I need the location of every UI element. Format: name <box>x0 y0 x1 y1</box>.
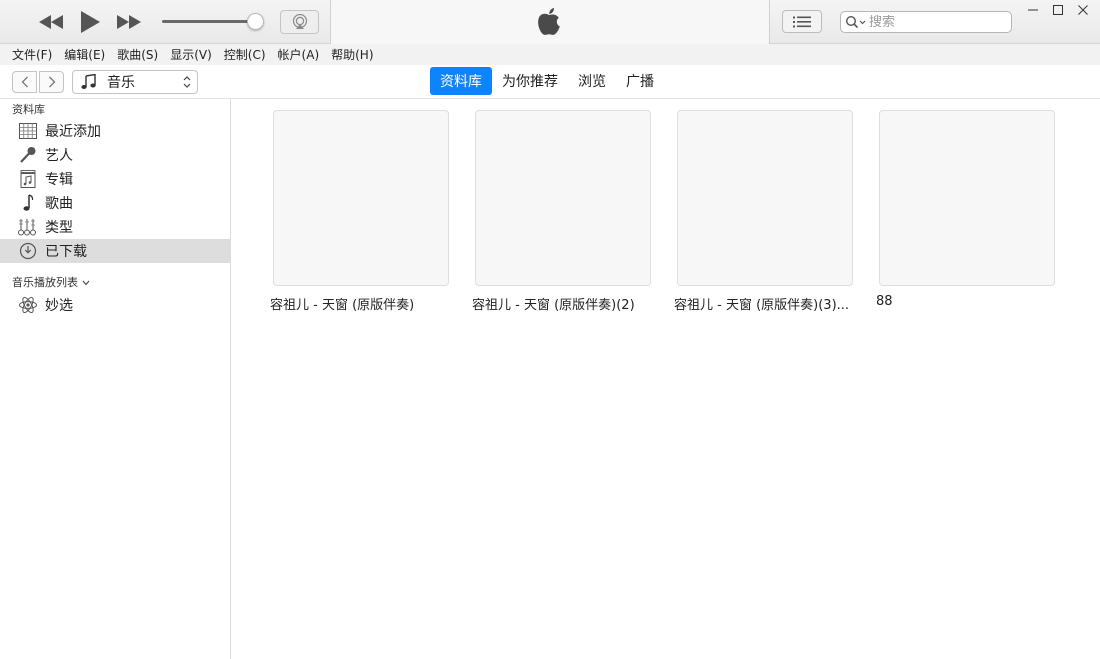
menu-controls[interactable]: 控制(C) <box>218 46 272 63</box>
playlists-header-label: 音乐播放列表 <box>12 276 78 289</box>
sidebar-item-genres[interactable]: 类型 <box>0 215 230 239</box>
album-artwork[interactable] <box>879 110 1055 286</box>
airplay-icon <box>292 14 307 29</box>
chevron-right-icon <box>48 76 55 88</box>
maximize-button[interactable] <box>1048 2 1068 18</box>
music-note-icon <box>18 193 38 213</box>
menu-bar: 文件(F) 编辑(E) 歌曲(S) 显示(V) 控制(C) 帐户(A) 帮助(H… <box>0 44 1100 65</box>
sidebar-item-label: 类型 <box>45 220 73 236</box>
media-kind-selector[interactable]: 音乐 <box>72 70 198 94</box>
album-card[interactable]: 88 <box>838 110 1055 309</box>
sidebar: 资料库 最近添加 艺人 专辑 歌曲 类型 已下载 音乐播放列表 妙选 <box>0 99 231 659</box>
minimize-icon <box>1028 9 1038 11</box>
sidebar-item-artists[interactable]: 艺人 <box>0 143 230 167</box>
sidebar-item-recently-added[interactable]: 最近添加 <box>0 119 230 143</box>
search-icon <box>845 15 866 29</box>
itunes-window: 文件(F) 编辑(E) 歌曲(S) 显示(V) 控制(C) 帐户(A) 帮助(H… <box>0 0 1100 659</box>
menu-view[interactable]: 显示(V) <box>164 46 218 63</box>
album-artwork[interactable] <box>475 110 651 286</box>
maximize-icon <box>1053 5 1063 15</box>
menu-help[interactable]: 帮助(H) <box>325 46 379 63</box>
sidebar-item-label: 歌曲 <box>45 196 73 212</box>
close-icon <box>1078 5 1088 15</box>
back-button[interactable] <box>12 71 37 93</box>
play-button[interactable] <box>76 8 104 36</box>
airplay-button[interactable] <box>280 10 319 34</box>
music-note-icon <box>81 74 96 89</box>
menu-song[interactable]: 歌曲(S) <box>111 46 164 63</box>
volume-slider[interactable] <box>162 20 258 23</box>
sidebar-item-label: 专辑 <box>45 172 73 188</box>
sidebar-item-label: 已下载 <box>45 244 87 260</box>
menu-file[interactable]: 文件(F) <box>6 46 58 63</box>
sidebar-item-downloaded[interactable]: 已下载 <box>0 239 230 263</box>
tab-radio[interactable]: 广播 <box>616 67 664 95</box>
fast-forward-button[interactable] <box>114 8 144 36</box>
sidebar-item-songs[interactable]: 歌曲 <box>0 191 230 215</box>
navigation-bar: 音乐 资料库 为你推荐 浏览 广播 <box>0 65 1100 99</box>
chevron-left-icon <box>21 76 28 88</box>
album-icon <box>18 169 38 189</box>
forward-button[interactable] <box>39 71 64 93</box>
menu-account[interactable]: 帐户(A) <box>272 46 326 63</box>
album-card[interactable]: 容祖儿 - 天窗 (原版伴奏)(2) <box>434 110 651 313</box>
sidebar-item-genius-mix[interactable]: 妙选 <box>0 293 230 317</box>
close-button[interactable] <box>1073 2 1093 18</box>
album-title: 88 <box>876 294 893 309</box>
atom-icon <box>18 295 38 315</box>
download-icon <box>18 241 38 261</box>
media-kind-label: 音乐 <box>107 75 135 91</box>
rewind-button[interactable] <box>36 8 66 36</box>
microphone-icon <box>18 145 38 165</box>
chevron-down-icon <box>82 280 90 286</box>
rewind-icon <box>39 15 63 29</box>
up-next-button[interactable] <box>782 10 822 33</box>
album-card[interactable]: 容祖儿 - 天窗 (原版伴奏) <box>232 110 449 313</box>
player-bar <box>0 0 1100 44</box>
menu-edit[interactable]: 编辑(E) <box>58 46 111 63</box>
search-field[interactable] <box>840 11 1012 33</box>
minimize-button[interactable] <box>1023 2 1043 18</box>
album-title: 容祖儿 - 天窗 (原版伴奏) <box>270 298 415 313</box>
sidebar-item-label: 最近添加 <box>45 124 101 140</box>
library-section-header: 资料库 <box>12 103 45 116</box>
list-icon <box>793 16 811 27</box>
album-artwork[interactable] <box>273 110 449 286</box>
album-card[interactable]: 容祖儿 - 天窗 (原版伴奏)(3)... <box>636 110 853 313</box>
section-tabs: 资料库 为你推荐 浏览 广播 <box>430 67 664 95</box>
play-icon <box>81 11 100 33</box>
playlists-section-header[interactable]: 音乐播放列表 <box>0 273 230 293</box>
album-artwork[interactable] <box>677 110 853 286</box>
album-title: 容祖儿 - 天窗 (原版伴奏)(3)... <box>674 298 850 313</box>
genre-icon <box>18 217 38 237</box>
tab-for-you[interactable]: 为你推荐 <box>492 67 568 95</box>
search-input[interactable] <box>869 14 999 30</box>
grid-icon <box>18 121 38 141</box>
album-grid: 容祖儿 - 天窗 (原版伴奏) 容祖儿 - 天窗 (原版伴奏)(2) 容祖儿 -… <box>232 99 1100 659</box>
sidebar-item-label: 妙选 <box>45 298 73 314</box>
tab-browse[interactable]: 浏览 <box>568 67 616 95</box>
apple-logo-icon <box>534 6 564 38</box>
sidebar-item-albums[interactable]: 专辑 <box>0 167 230 191</box>
sidebar-item-label: 艺人 <box>45 148 73 164</box>
album-title: 容祖儿 - 天窗 (原版伴奏)(2) <box>472 298 635 313</box>
volume-slider-knob[interactable] <box>247 13 264 30</box>
fast-forward-icon <box>117 15 141 29</box>
tab-library[interactable]: 资料库 <box>430 67 492 95</box>
dropdown-arrows-icon <box>183 76 191 88</box>
